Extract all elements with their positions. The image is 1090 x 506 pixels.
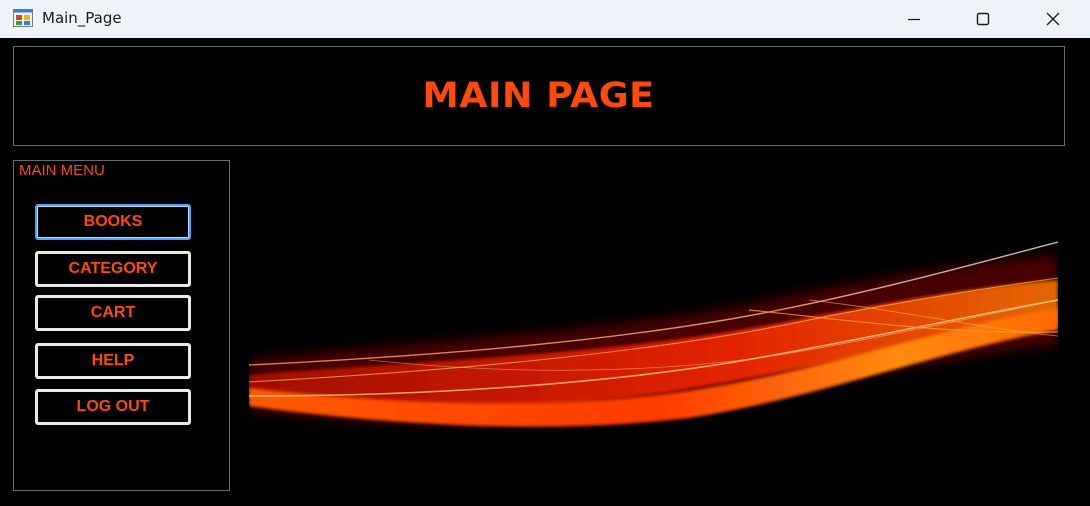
logout-button[interactable]: LOG OUT — [35, 389, 191, 425]
cart-button-label: CART — [90, 304, 136, 321]
minimize-button[interactable] — [891, 0, 937, 38]
close-icon — [1046, 12, 1060, 26]
help-button[interactable]: HELP — [35, 343, 191, 379]
maximize-button[interactable] — [960, 0, 1006, 38]
close-button[interactable] — [1030, 0, 1076, 38]
maximize-icon — [976, 12, 990, 26]
window-title: Main_Page — [42, 9, 122, 27]
books-button-label: BOOKS — [83, 213, 143, 230]
category-button-label: CATEGORY — [68, 260, 158, 277]
header-panel: MAIN PAGE — [13, 46, 1065, 146]
main-menu-group: MAIN MENU BOOKS CATEGORY CART HELP LOG O… — [13, 160, 230, 491]
app-icon — [13, 9, 33, 27]
main-window: Main_Page MAIN PAGE MAIN MENU BOOKS CATE… — [0, 0, 1090, 506]
books-button[interactable]: BOOKS — [35, 204, 191, 240]
page-title: MAIN PAGE — [422, 76, 656, 116]
banner-image — [248, 160, 1059, 490]
title-bar[interactable]: Main_Page — [0, 0, 1090, 38]
logout-button-label: LOG OUT — [76, 398, 150, 415]
fire-wave-image — [248, 241, 1059, 427]
help-button-label: HELP — [91, 352, 135, 369]
cart-button[interactable]: CART — [35, 295, 191, 331]
main-menu-legend: MAIN MENU — [19, 162, 105, 179]
minimize-icon — [908, 18, 920, 21]
category-button[interactable]: CATEGORY — [35, 251, 191, 287]
